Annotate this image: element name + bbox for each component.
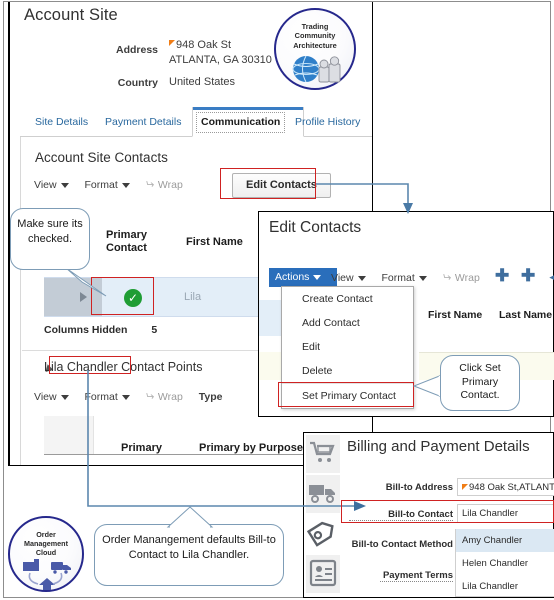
add-row-icon[interactable]: ✚ <box>495 266 509 286</box>
cp-view-menu[interactable]: View <box>34 391 69 403</box>
globe-people-icon <box>292 55 341 83</box>
country-label: Country <box>117 77 158 89</box>
payment-terms-label[interactable]: Payment Terms <box>380 570 453 582</box>
wrap-toggle[interactable]: ↵ Wrap <box>146 178 183 191</box>
chevron-down-icon <box>121 182 130 188</box>
bill-to-contact-field[interactable]: Lila Chandler <box>457 504 554 523</box>
chevron-down-icon <box>60 394 69 400</box>
tca-line-1: Trading <box>301 22 329 31</box>
supply-chain-icon <box>23 559 71 590</box>
trading-community-architecture-badge: Trading Community Architecture <box>274 8 356 90</box>
wrap-icon: ↵ <box>442 272 452 284</box>
section-heading: Account Site Contacts <box>35 150 168 165</box>
option-lila-chandler[interactable]: Lila Chandler <box>456 575 554 596</box>
tab-strip: Site Details Payment Details Communicati… <box>20 107 372 137</box>
tab-communication[interactable]: Communication <box>196 112 286 133</box>
format-menu[interactable]: Format <box>85 179 130 191</box>
chevron-down-icon <box>313 274 322 280</box>
callout-tail-make-sure <box>65 267 107 297</box>
view-menu[interactable]: View <box>34 179 69 191</box>
om-line-1: Order <box>36 530 56 539</box>
dialog-row-band-1 <box>259 300 281 336</box>
bill-to-contact-options: Amy Chandler Helen Chandler Lila Chandle… <box>455 529 554 597</box>
screenshot-root: Account Site Address 948 Oak St ATLANTA,… <box>0 0 554 600</box>
tab-payment-details[interactable]: Payment Details <box>102 112 184 134</box>
chevron-down-icon <box>418 275 427 281</box>
rail-cell-contact-card[interactable] <box>306 555 340 593</box>
tab-profile-history[interactable]: Profile History <box>292 112 363 134</box>
connector-edit-contacts-to-dialog <box>316 183 413 214</box>
bill-to-address-value: 948 Oak St,ATLANTA <box>469 482 554 493</box>
column-primary-contact: Primary Contact <box>106 229 147 254</box>
contacts-toolbar: View Format ↵ Wrap <box>34 178 196 191</box>
dialog-format-menu[interactable]: Format <box>382 272 427 284</box>
tca-line-2: Community <box>294 31 336 41</box>
menu-item-edit[interactable]: Edit <box>282 335 413 359</box>
checkmark-icon: ✓ <box>124 289 142 307</box>
tab-site-details[interactable]: Site Details <box>32 112 91 134</box>
option-amy-chandler[interactable]: Amy Chandler <box>456 529 554 552</box>
dialog-toolbar: View Format ↵ Wrap <box>331 271 493 284</box>
actions-menu-button[interactable]: Actions <box>269 268 338 287</box>
address-value: 948 Oak St ATLANTA, GA 30310 <box>169 38 272 68</box>
chevron-down-icon <box>357 275 366 281</box>
dialog-title: Edit Contacts <box>269 219 362 236</box>
columns-hidden-label: Columns Hidden <box>44 324 128 336</box>
columns-hidden-status: Columns Hidden 5 <box>44 324 157 336</box>
om-line-2: Management <box>24 539 68 548</box>
callout-tail-om <box>166 506 214 529</box>
option-helen-chandler[interactable]: Helen Chandler <box>456 552 554 575</box>
column-first-name: First Name <box>186 236 243 248</box>
bill-to-contact-value: Lila Chandler <box>462 508 518 519</box>
contact-card-icon <box>309 559 337 587</box>
required-flag-icon <box>462 484 468 490</box>
columns-hidden-count: 5 <box>151 324 158 336</box>
dialog-column-last-name: Last Name <box>499 309 553 321</box>
callout-om-defaults: Order Manangement defaults Bill-to Conta… <box>94 524 284 586</box>
menu-item-create-contact[interactable]: Create Contact <box>282 287 413 311</box>
active-tab-bar <box>193 107 303 110</box>
order-management-cloud-badge: Order Management Cloud <box>8 516 84 592</box>
tca-badge-text: Trading Community Architecture <box>276 22 354 50</box>
callout-click-set-primary: Click Set Primary Contact. <box>440 355 520 411</box>
rail-cell-tag[interactable] <box>306 515 340 553</box>
connector-lila-to-bill-to-contact <box>87 370 366 511</box>
page-title: Account Site <box>24 6 118 24</box>
menu-item-add-contact[interactable]: Add Contact <box>282 311 413 335</box>
callout-make-sure-checked: Make sure its checked. <box>10 208 90 270</box>
address-line-1: 948 Oak St <box>176 39 232 51</box>
chevron-down-icon <box>60 182 69 188</box>
address-label: Address <box>115 44 158 56</box>
tag-icon <box>306 521 334 547</box>
billing-title: Billing and Payment Details <box>347 438 530 455</box>
country-value: United States <box>169 76 236 88</box>
dialog-column-first-name: First Name <box>428 309 483 321</box>
wrap-icon: ↵ <box>145 179 155 191</box>
bill-to-address-field[interactable]: 948 Oak St,ATLANTA <box>457 478 554 496</box>
more-actions-icon[interactable]: ◄ <box>547 270 554 284</box>
tca-line-3: Architecture <box>293 40 337 50</box>
bill-to-contact-method-label: Bill-to Contact Method <box>351 539 453 550</box>
address-line-2: ATLANTA, GA 30310 <box>169 54 272 66</box>
om-badge-text: Order Management Cloud <box>10 530 82 557</box>
add-multiple-rows-icon[interactable]: ✚ <box>521 266 535 286</box>
om-line-3: Cloud <box>35 548 57 557</box>
dialog-view-menu[interactable]: View <box>331 272 366 284</box>
required-flag-icon <box>169 40 175 46</box>
first-name-cell: Lila <box>184 291 202 303</box>
dialog-wrap-toggle[interactable]: ↵ Wrap <box>443 271 480 284</box>
